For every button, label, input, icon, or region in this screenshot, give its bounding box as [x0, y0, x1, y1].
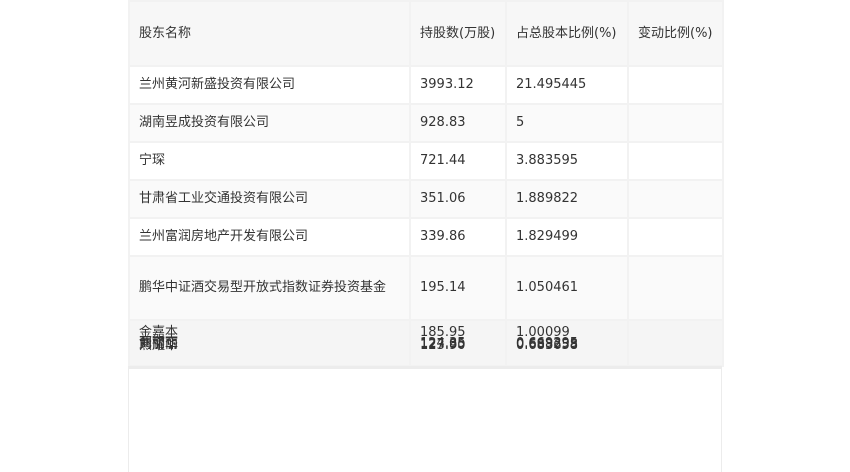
cell-shares: 339.86 — [409, 217, 507, 257]
header-share-ratio: 占总股本比例(%) — [505, 0, 629, 67]
cell-name: 宁琛 — [128, 141, 411, 181]
cell-change — [627, 103, 724, 143]
header-shares: 持股数(万股) — [409, 0, 507, 67]
cell-pct: 1.050461 — [505, 255, 629, 321]
cell-shares: 123.90 — [420, 338, 466, 353]
cell-pct: 21.495445 — [505, 65, 629, 105]
cell-shares-stack: 185.95 124.35 127.85 123.90 — [409, 319, 507, 367]
cell-pct: 1.889822 — [505, 179, 629, 219]
cell-shares: 351.06 — [409, 179, 507, 219]
shareholder-table: 股东名称 持股数(万股) 占总股本比例(%) 变动比例(%) 兰州黄河新盛投资有… — [128, 0, 724, 367]
cell-name: 兰州黄河新盛投资有限公司 — [128, 65, 411, 105]
table-row: 甘肃省工业交通投资有限公司 351.06 1.889822 — [128, 179, 724, 219]
header-change-ratio: 变动比例(%) — [627, 0, 724, 67]
table-row: 湖南昱成投资有限公司 928.83 5 — [128, 103, 724, 143]
table-row: 兰州富润房地产开发有限公司 339.86 1.829499 — [128, 217, 724, 257]
table-header-row: 股东名称 持股数(万股) 占总股本比例(%) 变动比例(%) — [128, 0, 724, 67]
cell-name: 熊耀华 — [139, 338, 179, 353]
cell-change — [627, 255, 724, 321]
cell-change — [627, 65, 724, 105]
cell-shares: 721.44 — [409, 141, 507, 181]
table-row: 宁琛 721.44 3.883595 — [128, 141, 724, 181]
cell-shares: 3993.12 — [409, 65, 507, 105]
table-row: 兰州黄河新盛投资有限公司 3993.12 21.495445 — [128, 65, 724, 105]
table-bottom-divider — [128, 366, 722, 369]
table-row-overlapping: 金嘉本 贾丽丽 刘丽丽 熊耀华 185.95 124.35 127.85 123… — [128, 319, 724, 367]
cell-pct: 5 — [505, 103, 629, 143]
cell-pct-stack: 1.00099 0.669395 0.688238 0.683658 — [505, 319, 629, 367]
cell-name: 兰州富润房地产开发有限公司 — [128, 217, 411, 257]
cell-shares: 928.83 — [409, 103, 507, 143]
cell-change — [627, 179, 724, 219]
cell-pct: 1.829499 — [505, 217, 629, 257]
cell-change — [627, 217, 724, 257]
cell-name-stack: 金嘉本 贾丽丽 刘丽丽 熊耀华 — [128, 319, 411, 367]
header-shareholder-name: 股东名称 — [128, 0, 411, 67]
cell-name: 甘肃省工业交通投资有限公司 — [128, 179, 411, 219]
cell-change — [627, 141, 724, 181]
cell-shares: 195.14 — [409, 255, 507, 321]
cell-name: 湖南昱成投资有限公司 — [128, 103, 411, 143]
cell-change — [627, 319, 724, 367]
table-row: 鹏华中证酒交易型开放式指数证券投资基金 195.14 1.050461 — [128, 255, 724, 321]
cell-name: 鹏华中证酒交易型开放式指数证券投资基金 — [128, 255, 411, 321]
cell-pct: 3.883595 — [505, 141, 629, 181]
cell-pct: 0.683658 — [516, 338, 579, 353]
